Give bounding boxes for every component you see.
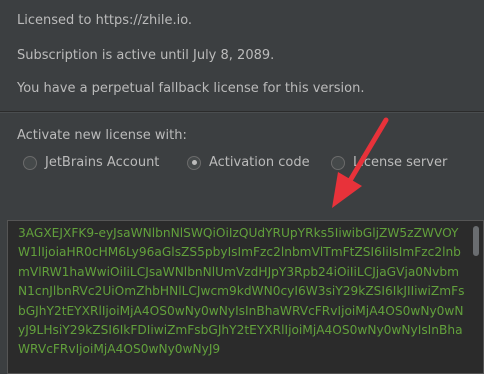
section-divider-highlight [0, 112, 484, 113]
radio-button-icon[interactable] [23, 155, 37, 170]
radio-button-selected-icon[interactable] [187, 155, 201, 170]
radio-label: JetBrains Account [45, 155, 160, 170]
radio-dot-icon [191, 160, 197, 165]
licensed-to-text: Licensed to https://zhile.io. [17, 13, 193, 28]
subscription-status-text: Subscription is active until July 8, 208… [17, 48, 275, 63]
activate-license-label: Activate new license with: [17, 128, 187, 143]
radio-jetbrains-account[interactable]: JetBrains Account [23, 155, 159, 170]
scrollbar-track[interactable] [469, 221, 483, 373]
scrollbar-thumb[interactable] [473, 226, 479, 256]
radio-label: Activation code [209, 155, 310, 170]
red-arrow-icon [332, 117, 389, 208]
radio-activation-code[interactable]: Activation code [187, 155, 310, 170]
activation-code-textarea[interactable]: 3AGXEJXFK9-eyJsaWNlbnNlSWQiOiIzQUdYRUpYR… [7, 220, 484, 374]
fallback-license-text: You have a perpetual fallback license fo… [17, 81, 365, 96]
activation-code-text[interactable]: 3AGXEJXFK9-eyJsaWNlbnNlSWQiOiIzQUdYRUpYR… [18, 224, 466, 360]
